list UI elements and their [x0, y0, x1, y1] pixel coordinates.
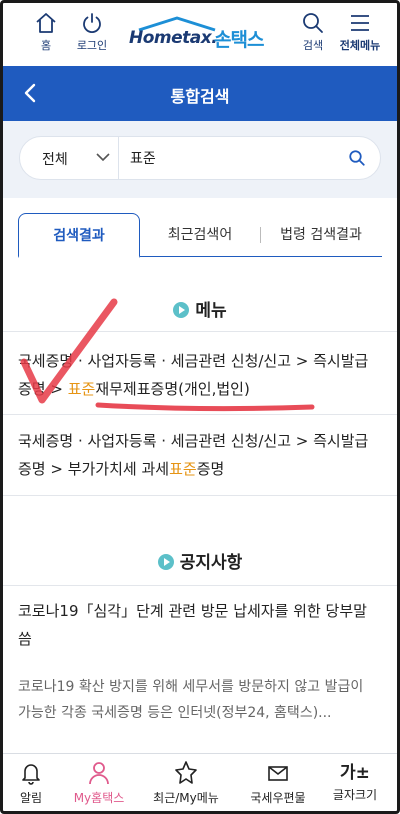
play-circle-icon — [157, 554, 174, 570]
search-input[interactable] — [130, 145, 330, 171]
menu-result-item[interactable]: 국세증명 · 사업자등록 · 세금관련 신청/신고 > 즉시발급 증명 > 표준… — [18, 347, 380, 403]
search-divider — [118, 137, 119, 179]
star-icon — [175, 761, 197, 784]
search-label: 검색 — [302, 39, 324, 52]
nav-tax-mail[interactable]: 국세우편물 — [239, 760, 317, 806]
search-button[interactable]: 검색 — [288, 11, 338, 53]
nav-recent-my-menu-label: 최근/My메뉴 — [153, 791, 219, 805]
search-submit-icon[interactable] — [348, 149, 366, 167]
nav-alerts-label: 알림 — [19, 791, 43, 805]
result-tabs: 검색결과 최근검색어 법령 검색결과 — [18, 213, 382, 258]
nav-tax-mail-label: 국세우편물 — [250, 791, 306, 805]
divider — [3, 585, 397, 586]
mail-icon — [268, 766, 288, 781]
nav-recent-my-menu[interactable]: 최근/My메뉴 — [147, 760, 225, 806]
nav-my-hometax[interactable]: My홈택스 — [60, 760, 138, 806]
font-size-icon: 가± — [340, 763, 370, 783]
nav-font-size-label: 글자크기 — [332, 788, 378, 802]
play-circle-icon — [173, 302, 190, 318]
divider — [3, 414, 397, 415]
chevron-down-icon[interactable] — [96, 152, 110, 162]
login-button[interactable]: 로그인 — [67, 11, 117, 53]
home-icon — [36, 13, 56, 33]
hamburger-icon — [351, 15, 369, 31]
home-button[interactable]: 홈 — [21, 11, 71, 53]
notice-item-body: 코로나19 확산 방지를 위해 세무서를 방문하지 않고 발급이 가능한 각종 … — [18, 679, 364, 721]
divider — [3, 331, 397, 332]
login-label: 로그인 — [76, 39, 108, 52]
logo-text: Hometax. — [129, 28, 218, 48]
menu-result-item[interactable]: 국세증명 · 사업자등록 · 세금관련 신청/신고 > 즉시발급 증명 > 부가… — [18, 427, 380, 483]
person-icon — [89, 762, 109, 785]
search-area: 전체 — [3, 121, 397, 198]
hometax-logo[interactable]: Hometax. 손택스 — [123, 16, 283, 56]
menu-label: 전체메뉴 — [339, 39, 381, 52]
bottom-nav: 알림 My홈택스 최근/My메뉴 국세우편물 가± 글자크기 — [3, 753, 397, 811]
tab-law-results[interactable]: 법령 검색결과 — [260, 213, 382, 257]
top-header: 홈 로그인 Hometax. 손택스 검색 전체메뉴 — [3, 3, 397, 66]
tab-recent-searches[interactable]: 최근검색어 — [140, 213, 260, 257]
menu-section-title: 메뉴 — [0, 296, 400, 321]
search-box: 전체 — [19, 136, 381, 180]
page-title: 통합검색 — [170, 87, 230, 106]
divider — [3, 495, 397, 496]
home-label: 홈 — [40, 39, 52, 52]
red-underline — [95, 402, 315, 412]
search-icon — [303, 13, 323, 33]
all-menu-button[interactable]: 전체메뉴 — [335, 11, 385, 53]
title-bar: 통합검색 — [3, 66, 397, 121]
bell-icon — [22, 764, 40, 785]
power-icon — [83, 13, 101, 34]
notice-item-title[interactable]: 코로나19「심각」단계 관련 방문 납세자를 위한 당부말씀 — [18, 597, 380, 653]
nav-font-size[interactable]: 가± 글자크기 — [316, 760, 394, 803]
nav-my-hometax-label: My홈택스 — [73, 791, 125, 805]
tab-search-results[interactable]: 검색결과 — [18, 213, 140, 258]
logo-korean: 손택스 — [214, 29, 264, 51]
notice-section-title: 공지사항 — [0, 548, 400, 573]
search-scope-select[interactable]: 전체 — [42, 149, 68, 169]
